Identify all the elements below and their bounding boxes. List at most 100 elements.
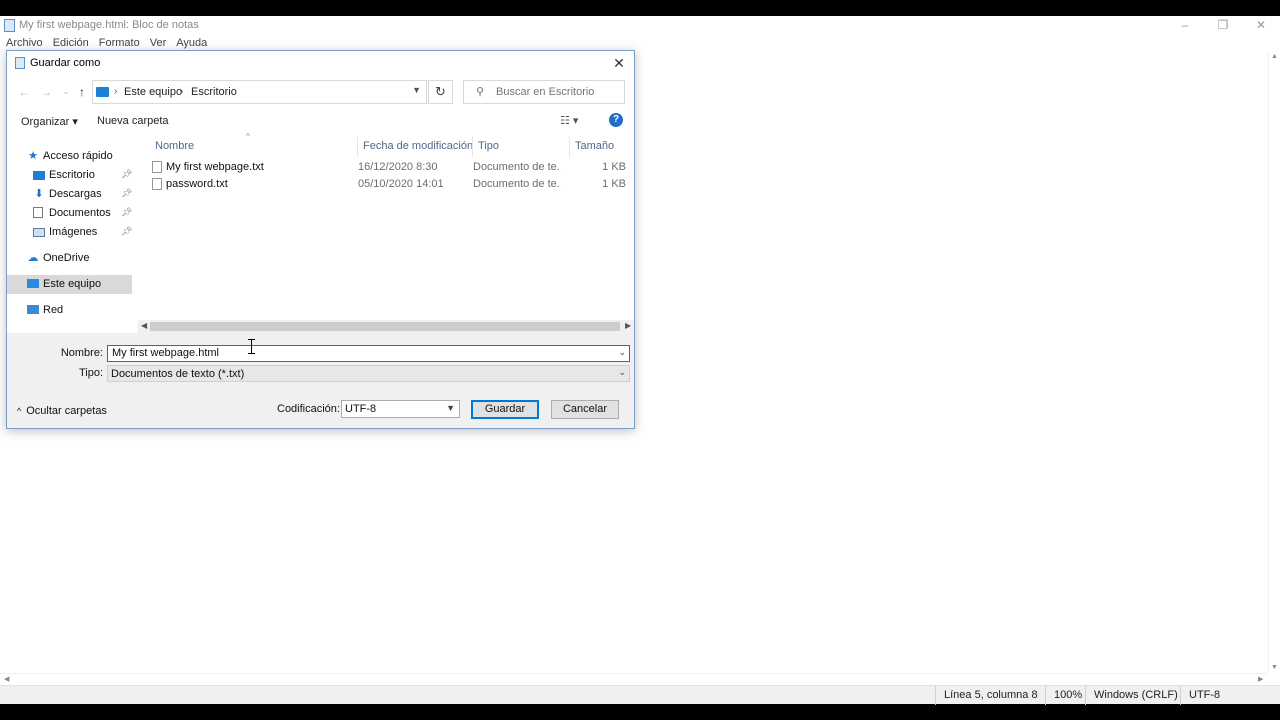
nav-item-escritorio[interactable]: Escritorio 📌︎ <box>7 166 132 185</box>
nav-item-documentos[interactable]: Documentos 📌︎ <box>7 204 132 223</box>
star-icon: ★ <box>28 150 38 162</box>
filetype-select[interactable]: Documentos de texto (*.txt) ⌄ <box>107 365 630 382</box>
file-size: 1 KB <box>602 178 626 190</box>
save-button[interactable]: Guardar <box>471 400 539 419</box>
scroll-down-icon[interactable]: ▼ <box>1271 664 1278 671</box>
menu-ayuda[interactable]: Ayuda <box>171 35 212 51</box>
view-options-icon[interactable]: ☷ ▾ <box>560 114 578 127</box>
filetype-value: Documentos de texto (*.txt) <box>111 368 245 380</box>
notepad-statusbar: Línea 5, columna 8 100% Windows (CRLF) U… <box>0 685 1280 705</box>
network-icon <box>27 305 39 314</box>
breadcrumb-este-equipo[interactable]: Este equipo <box>124 86 182 98</box>
dialog-titlebar: Guardar como ✕ <box>7 51 634 75</box>
nav-este-equipo[interactable]: Este equipo <box>7 275 132 294</box>
dialog-close-button[interactable]: ✕ <box>604 51 634 75</box>
help-icon[interactable]: ? <box>609 113 623 127</box>
column-divider[interactable] <box>569 137 570 157</box>
column-divider[interactable] <box>472 137 473 157</box>
nav-item-descargas[interactable]: ⬇ Descargas 📌︎ <box>7 185 132 204</box>
filename-input[interactable] <box>112 347 602 359</box>
navigation-pane: ★ Acceso rápido Escritorio 📌︎ ⬇ Descarga… <box>7 133 138 333</box>
nav-onedrive[interactable]: ☁ OneDrive <box>7 249 132 268</box>
nav-red-label: Red <box>43 304 64 316</box>
file-type: Documento de te... <box>473 161 561 173</box>
column-header-name[interactable]: Nombre <box>155 140 194 152</box>
chevron-down-icon[interactable]: ▼ <box>446 403 455 413</box>
column-divider[interactable] <box>357 137 358 157</box>
back-icon[interactable]: ← <box>15 83 33 101</box>
forward-icon[interactable]: → <box>37 83 55 101</box>
new-folder-button[interactable]: Nueva carpeta <box>97 115 169 127</box>
hide-folders-button[interactable]: ^ Ocultar carpetas <box>17 405 107 417</box>
organize-caret-icon: ▾ <box>72 116 78 128</box>
menu-ver[interactable]: Ver <box>145 35 172 51</box>
cancel-button[interactable]: Cancelar <box>551 400 619 419</box>
nav-item-label: Escritorio <box>49 169 95 181</box>
breadcrumb-separator-icon[interactable]: › <box>114 86 117 97</box>
status-line-ending: Windows (CRLF) <box>1085 686 1178 705</box>
cloud-icon: ☁ <box>27 252 39 264</box>
notepad-app-icon <box>4 19 15 32</box>
breadcrumb-escritorio[interactable]: Escritorio <box>191 86 237 98</box>
scrollbar-thumb[interactable] <box>150 322 620 331</box>
file-row[interactable]: password.txt 05/10/2020 14:01 Documento … <box>144 176 634 193</box>
column-header-date[interactable]: Fecha de modificación <box>363 140 473 152</box>
scroll-up-icon[interactable]: ▲ <box>1271 53 1278 60</box>
nav-item-imagenes[interactable]: Imágenes 📌︎ <box>7 223 132 242</box>
address-bar[interactable]: › Este equipo › Escritorio ▼ <box>92 80 427 104</box>
file-name: My first webpage.txt <box>166 161 264 173</box>
organize-label: Organizar <box>21 116 70 128</box>
sort-ascending-icon: ^ <box>246 132 250 141</box>
filename-combobox[interactable]: ⌄ <box>107 345 630 362</box>
breadcrumb-separator-icon[interactable]: › <box>180 86 183 97</box>
organize-button[interactable]: Organizar ▾ <box>21 115 78 128</box>
filetype-label: Tipo: <box>78 367 103 379</box>
notepad-horizontal-scrollbar[interactable]: ◀ ▶ <box>0 673 1268 685</box>
save-as-dialog: Guardar como ✕ ← → ⌄ ↑ › Este equipo › E… <box>6 50 635 429</box>
file-list-horizontal-scrollbar[interactable]: ◀ ▶ <box>138 320 634 333</box>
encoding-label: Codificación: <box>277 403 340 415</box>
status-cursor-position: Línea 5, columna 8 <box>935 686 1038 705</box>
file-name: password.txt <box>166 178 228 190</box>
download-icon: ⬇ <box>34 188 44 200</box>
menu-archivo[interactable]: Archivo <box>0 35 48 51</box>
restore-button[interactable]: ❐ <box>1204 16 1242 34</box>
pin-icon[interactable]: 📌︎ <box>121 207 132 218</box>
scroll-right-icon[interactable]: ▶ <box>1258 675 1263 683</box>
nav-quick-access[interactable]: ★ Acceso rápido <box>7 147 132 166</box>
menu-formato[interactable]: Formato <box>94 35 145 51</box>
scroll-right-icon[interactable]: ▶ <box>625 321 631 330</box>
pin-icon[interactable]: 📌︎ <box>121 188 132 199</box>
nav-item-label: Documentos <box>49 207 111 219</box>
chevron-down-icon[interactable]: ⌄ <box>618 367 626 378</box>
scroll-left-icon[interactable]: ◀ <box>141 321 147 330</box>
text-file-icon <box>152 178 162 190</box>
menu-edicion[interactable]: Edición <box>48 35 94 51</box>
nav-red[interactable]: Red <box>7 301 132 320</box>
scroll-left-icon[interactable]: ◀ <box>4 675 9 683</box>
column-headers: ^ Nombre Fecha de modificación Tipo Tama… <box>144 132 634 157</box>
column-header-type[interactable]: Tipo <box>478 140 499 152</box>
nav-onedrive-label: OneDrive <box>43 252 90 264</box>
up-icon[interactable]: ↑ <box>73 83 91 101</box>
file-date: 05/10/2020 14:01 <box>358 178 444 190</box>
search-box[interactable]: ⚲ <box>463 80 625 104</box>
chevron-down-icon[interactable]: ⌄ <box>618 347 626 358</box>
minimize-button[interactable]: – <box>1166 16 1204 34</box>
nav-quick-access-label: Acceso rápido <box>43 150 113 162</box>
pin-icon[interactable]: 📌︎ <box>121 169 132 180</box>
notepad-vertical-scrollbar[interactable]: ▲ ▼ <box>1268 51 1280 673</box>
computer-icon <box>27 279 39 288</box>
dialog-notepad-icon <box>15 57 25 69</box>
dialog-toolbar: Organizar ▾ Nueva carpeta ☷ ▾ ? <box>7 109 634 133</box>
address-dropdown-icon[interactable]: ▼ <box>412 85 421 95</box>
file-row[interactable]: My first webpage.txt 16/12/2020 8:30 Doc… <box>144 159 634 176</box>
chevron-up-icon: ^ <box>17 406 22 416</box>
close-button[interactable]: ✕ <box>1242 16 1280 34</box>
encoding-select[interactable]: UTF-8 ▼ <box>341 400 460 418</box>
search-input[interactable] <box>496 86 621 98</box>
refresh-button[interactable]: ↻ <box>428 80 453 104</box>
column-header-size[interactable]: Tamaño <box>575 140 614 152</box>
notepad-titlebar: My first webpage.html: Bloc de notas – ❐… <box>0 16 1280 34</box>
pin-icon[interactable]: 📌︎ <box>121 226 132 237</box>
